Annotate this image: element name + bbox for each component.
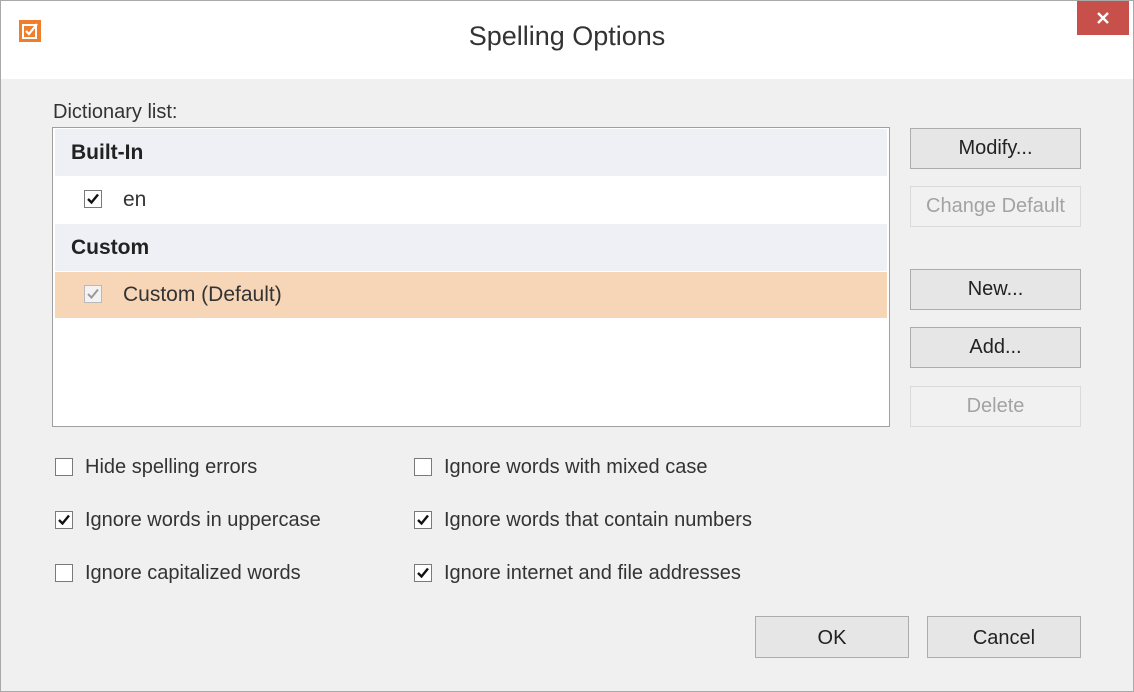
- title-bar: Spelling Options: [1, 1, 1133, 79]
- checkmark-icon: [417, 567, 429, 579]
- dictionary-item-checkbox: [84, 285, 102, 303]
- ok-button[interactable]: OK: [755, 616, 909, 658]
- group-header-custom: Custom: [55, 224, 887, 271]
- option-label: Ignore words in uppercase: [85, 508, 321, 531]
- dictionary-list[interactable]: Built-In en Custom Custom (Default): [52, 127, 890, 427]
- spelling-options-dialog: Spelling Options Dictionary list: Built-…: [0, 0, 1134, 692]
- cancel-button[interactable]: Cancel: [927, 616, 1081, 658]
- option-ignore-addresses[interactable]: Ignore internet and file addresses: [414, 561, 741, 585]
- change-default-button: Change Default: [910, 186, 1081, 227]
- dictionary-item-en[interactable]: en: [55, 177, 887, 223]
- close-icon: [1097, 12, 1109, 24]
- checkbox[interactable]: [414, 458, 432, 476]
- checkbox[interactable]: [55, 511, 73, 529]
- dictionary-item-custom-default[interactable]: Custom (Default): [55, 272, 887, 318]
- checkmark-icon: [87, 288, 99, 299]
- checkbox[interactable]: [55, 458, 73, 476]
- checkmark-icon: [417, 514, 429, 526]
- option-label: Hide spelling errors: [85, 455, 258, 478]
- close-button[interactable]: [1077, 1, 1129, 35]
- option-ignore-mixed-case[interactable]: Ignore words with mixed case: [414, 455, 707, 479]
- checkbox[interactable]: [55, 564, 73, 582]
- delete-button: Delete: [910, 386, 1081, 427]
- dictionary-item-label: Custom (Default): [123, 283, 282, 306]
- option-hide-spelling-errors[interactable]: Hide spelling errors: [55, 455, 257, 479]
- add-button[interactable]: Add...: [910, 327, 1081, 368]
- option-label: Ignore words with mixed case: [444, 455, 708, 478]
- dictionary-item-label: en: [123, 188, 147, 211]
- checkmark-icon: [87, 193, 99, 205]
- option-ignore-numbers[interactable]: Ignore words that contain numbers: [414, 508, 752, 532]
- option-label: Ignore internet and file addresses: [444, 561, 741, 584]
- dictionary-item-checkbox[interactable]: [84, 190, 102, 208]
- window-title: Spelling Options: [468, 21, 666, 51]
- checkmark-icon: [58, 514, 70, 526]
- checkbox[interactable]: [414, 511, 432, 529]
- group-header-built-in: Built-In: [55, 129, 887, 176]
- checkbox[interactable]: [414, 564, 432, 582]
- dictionary-list-label: Dictionary list:: [53, 101, 178, 123]
- option-label: Ignore capitalized words: [85, 561, 301, 584]
- option-ignore-capitalized[interactable]: Ignore capitalized words: [55, 561, 301, 585]
- modify-button[interactable]: Modify...: [910, 128, 1081, 169]
- option-ignore-uppercase[interactable]: Ignore words in uppercase: [55, 508, 321, 532]
- option-label: Ignore words that contain numbers: [444, 508, 752, 531]
- new-button[interactable]: New...: [910, 269, 1081, 310]
